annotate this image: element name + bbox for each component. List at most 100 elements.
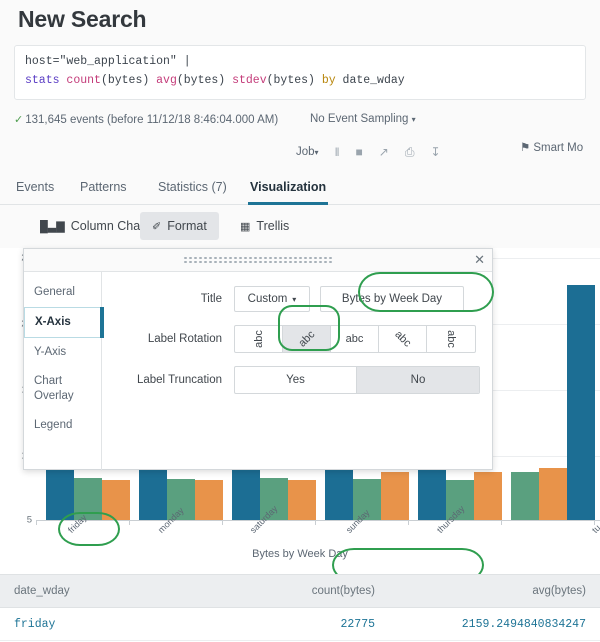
cell-date-wday[interactable]: friday [0,618,215,631]
rotation-option-minus90[interactable]: abc [235,326,283,352]
nav-item-general[interactable]: General [24,278,101,307]
nav-item-legend[interactable]: Legend [24,411,101,440]
trellis-button[interactable]: ▦ Trellis [228,212,301,240]
query-arg-1: (bytes) [101,74,149,87]
chevron-down-icon: ▾ [292,295,296,304]
x-axis-tick [501,520,502,525]
trellis-label: Trellis [256,219,289,233]
statistics-table: date_wday count(bytes) avg(bytes) friday… [0,574,600,642]
splunk-search-app: New Search host="web_application" | stat… [0,0,600,642]
label-truncation-label: Label Truncation [102,374,234,386]
search-query-input[interactable]: host="web_application" | stats count(byt… [14,45,586,100]
share-icon[interactable]: ↗ [379,145,389,159]
drag-handle-icon[interactable] [183,256,333,263]
query-line-2: stats count(bytes) avg(bytes) stdev(byte… [25,71,575,90]
visualization-toolbar: █▃▇ Column Chart ✐ Format ▦ Trellis [0,206,600,248]
nav-item-x-axis[interactable]: X-Axis [24,307,102,338]
rotation-option-plus90[interactable]: abc [427,326,475,352]
bar-avg[interactable] [511,472,539,520]
pause-icon[interactable]: ‖ [335,145,340,159]
bar-avg[interactable] [74,478,102,520]
smart-mode-label: Smart Mo [533,142,583,154]
chevron-down-icon: ▾ [412,115,416,124]
truncation-option-yes[interactable]: Yes [235,367,357,393]
y-axis-tick: 5 [27,515,32,526]
truncation-option-no[interactable]: No [357,367,479,393]
format-button[interactable]: ✐ Format [140,212,219,240]
tab-patterns[interactable]: Patterns [78,176,129,198]
rotation-option-plus45[interactable]: abc [379,326,427,352]
print-icon[interactable]: ⎙ [405,145,415,160]
nav-item-y-axis[interactable]: Y-Axis [24,338,101,367]
pencil-icon: ✐ [152,220,161,233]
tab-visualization[interactable]: Visualization [248,176,328,198]
cell-count: 22775 [215,618,375,631]
event-sampling-label: No Event Sampling [310,113,408,125]
format-panel-nav: General X-Axis Y-Axis Chart Overlay Lege… [24,272,102,471]
rotation-option-zero[interactable]: abc [331,326,379,352]
abc-icon: abc [346,333,364,345]
bar-count[interactable] [567,285,595,520]
query-host-value: "web_application" [60,55,177,68]
x-axis-tick [129,520,130,525]
event-sampling-dropdown[interactable]: No Event Sampling ▾ [310,113,416,125]
x-axis-tick [315,520,316,525]
job-label: Job [296,146,315,158]
tab-events[interactable]: Events [14,176,56,198]
query-fn-count: count [66,74,101,87]
x-axis-label: tu [590,523,600,535]
smart-mode-selector[interactable]: ⚑Smart Mo [520,140,583,154]
check-icon: ✓ [14,114,23,126]
label-rotation-row: Label Rotation abc abc abc abc abc [102,325,480,353]
title-mode-value: Custom [248,293,288,305]
nav-item-chart-overlay[interactable]: Chart Overlay [24,367,101,411]
job-dropdown[interactable]: Job▾ [296,146,319,158]
format-panel-form: Title Custom ▾ Bytes by Week Day Label R… [102,272,492,471]
event-count-text: 131,645 events (before 11/12/18 8:46:04.… [25,114,278,126]
tab-statistics[interactable]: Statistics (7) [156,176,229,198]
title-label: Title [102,293,234,305]
export-icon[interactable]: ↧ [430,145,440,159]
query-fn-stdev: stdev [232,74,267,87]
bar-group[interactable] [511,285,595,520]
column-header-count-bytes[interactable]: count(bytes) [215,585,375,597]
pin-icon: ⚑ [520,142,530,154]
bar-stdev[interactable] [288,480,316,520]
x-axis-title: Bytes by Week Day [0,548,600,560]
query-pipe: | [184,55,191,68]
job-toolbar: Job▾ ‖ ■ ↗ ⎙ ↧ [296,140,441,164]
column-header-date-wday[interactable]: date_wday [0,585,215,597]
column-chart-label: Column Chart [71,219,148,233]
title-text-input[interactable]: Bytes by Week Day [320,286,464,312]
abc-icon: abc [296,328,317,349]
cell-avg: 2159.2494840834247 [375,618,600,631]
rotation-option-minus45[interactable]: abc [283,326,331,352]
abc-icon: abc [253,330,265,348]
column-header-avg-bytes[interactable]: avg(bytes) [375,585,600,597]
bar-stdev[interactable] [539,468,567,520]
table-row[interactable]: friday 22775 2159.2494840834247 [0,608,600,641]
abc-icon: abc [392,328,413,349]
bar-chart-icon: █▃▇ [40,220,65,233]
format-panel-header[interactable]: ✕ [24,249,492,272]
title-mode-select[interactable]: Custom ▾ [234,286,310,312]
stop-icon[interactable]: ■ [356,145,363,159]
chevron-down-icon: ▾ [315,148,319,157]
query-fn-avg: avg [156,74,177,87]
format-panel: ✕ General X-Axis Y-Axis Chart Overlay Le… [23,248,493,470]
bar-stdev[interactable] [102,480,130,520]
query-field-date-wday: date_wday [343,74,405,87]
close-icon[interactable]: ✕ [474,251,485,269]
label-truncation-segmented-control: Yes No [234,366,480,394]
title-row: Title Custom ▾ Bytes by Week Day [102,286,480,312]
event-count-status: ✓131,645 events (before 11/12/18 8:46:04… [14,113,278,126]
bar-stdev[interactable] [474,472,502,520]
page-title: New Search [18,6,146,33]
bar-stdev[interactable] [381,472,409,520]
x-axis-tick [408,520,409,525]
label-rotation-label: Label Rotation [102,333,234,345]
abc-icon: abc [445,330,457,348]
query-arg-2: (bytes) [177,74,225,87]
query-field-host: host= [25,55,60,68]
bar-stdev[interactable] [195,480,223,520]
